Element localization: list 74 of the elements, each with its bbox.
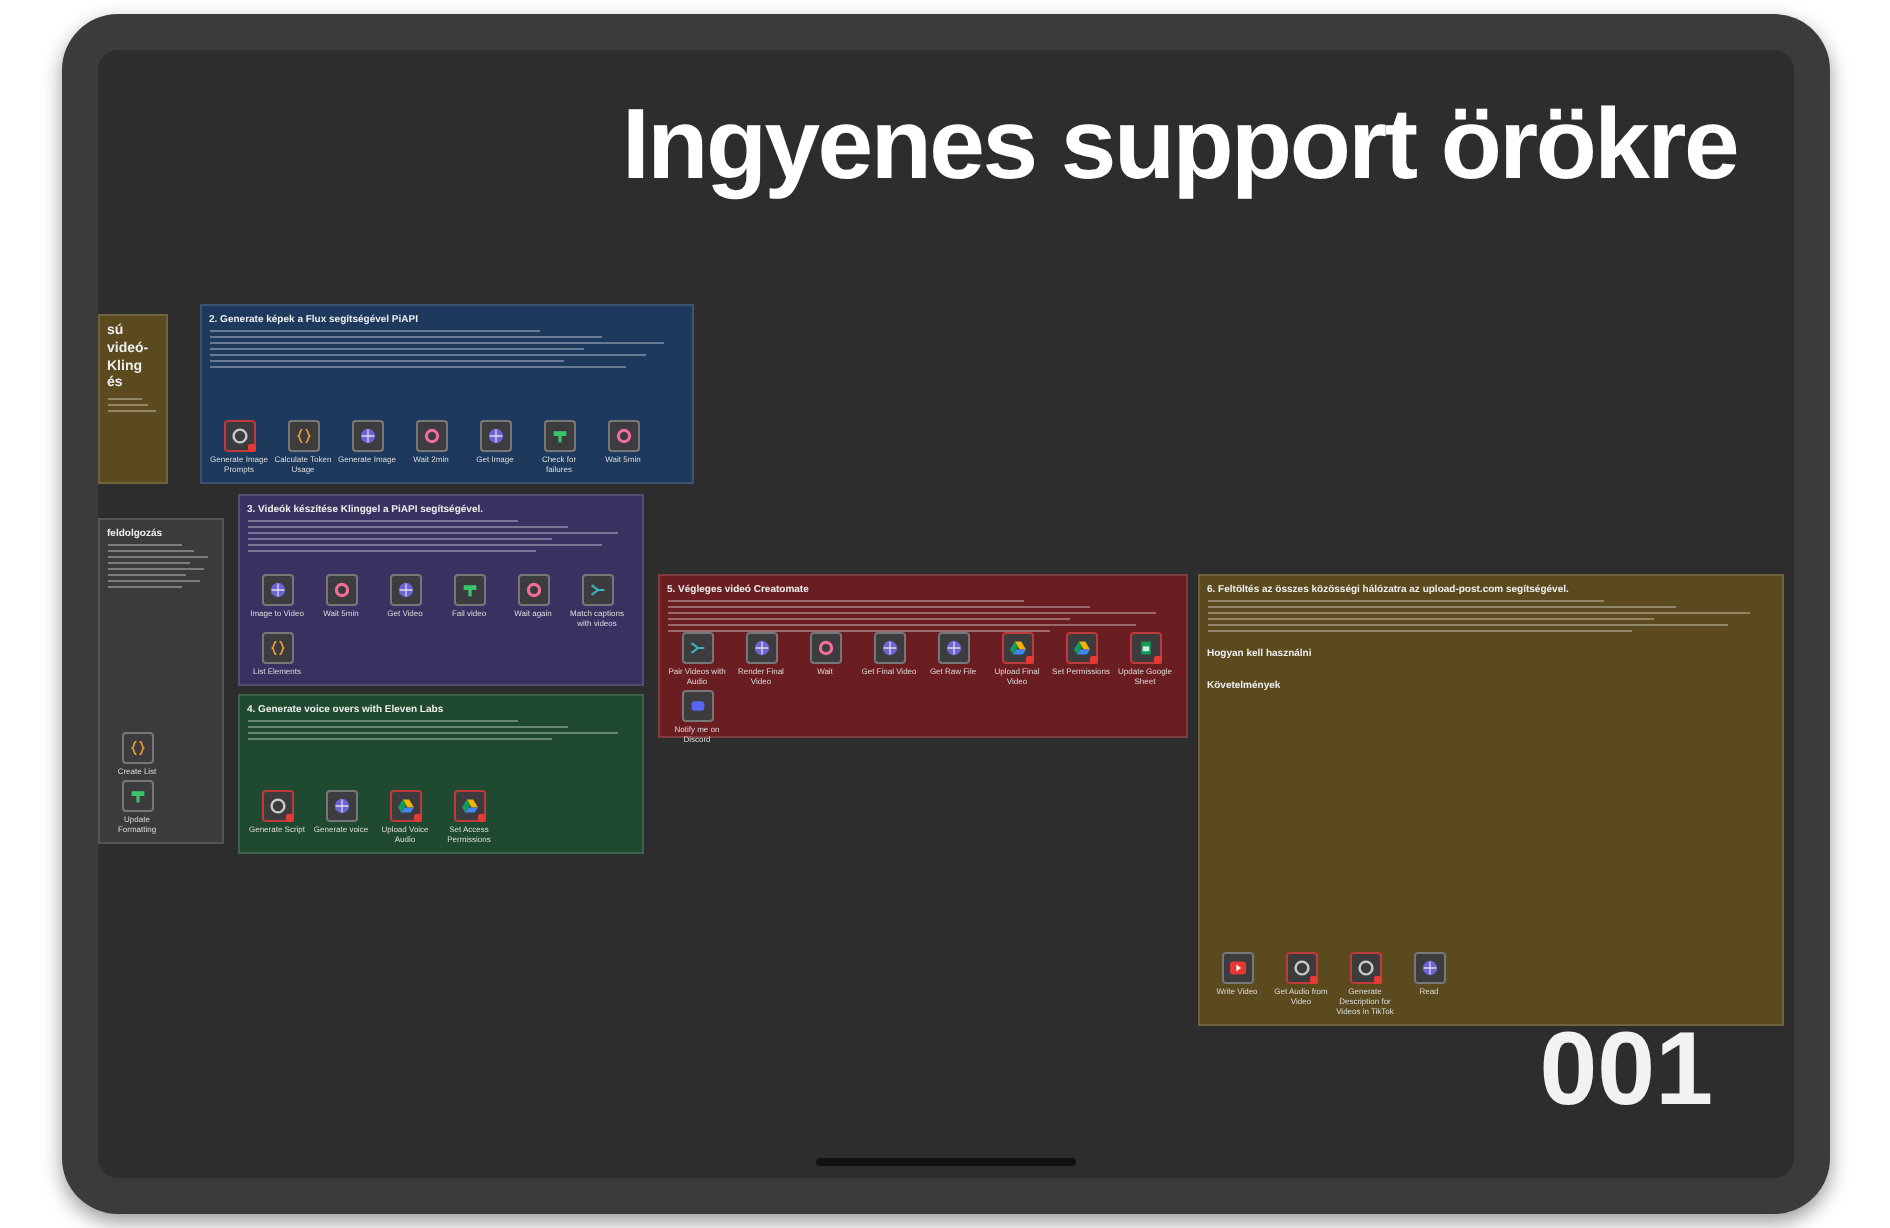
workflow-node[interactable]: [681, 632, 713, 665]
workflow-node[interactable]: [607, 420, 639, 452]
workflow-node[interactable]: [1349, 952, 1381, 984]
globe-icon: [881, 640, 897, 657]
text-lines-drawing: [107, 398, 157, 412]
merge-icon: [689, 640, 705, 657]
merge-icon: [589, 582, 605, 598]
workflow-node[interactable]: [681, 690, 713, 723]
ring-icon: [615, 428, 631, 444]
globe-icon: [269, 582, 285, 598]
sheet-icon: [1137, 640, 1153, 657]
workflow-node[interactable]: [745, 632, 777, 665]
workflow-node[interactable]: [873, 632, 905, 665]
globe-icon: [753, 640, 769, 657]
workflow-node[interactable]: [479, 420, 511, 452]
filter-icon: [551, 428, 567, 444]
workflow-node[interactable]: [261, 574, 293, 606]
workflow-node[interactable]: [389, 574, 421, 606]
globe-icon: [333, 798, 349, 814]
globe-icon: [1421, 960, 1437, 976]
warning-icon: [1373, 976, 1381, 984]
workflow-node[interactable]: [1065, 632, 1097, 665]
ring-icon: [525, 582, 541, 598]
workflow-node[interactable]: [287, 420, 319, 452]
warning-icon: [1309, 976, 1317, 984]
workflow-node[interactable]: [415, 420, 447, 452]
braces-icon: [295, 428, 311, 444]
ring-icon: [817, 640, 833, 657]
workflow-node[interactable]: [581, 574, 613, 606]
drive-icon: [461, 798, 477, 814]
workflow-node[interactable]: [223, 420, 255, 452]
workflow-node[interactable]: [1221, 952, 1253, 984]
drive-icon: [1009, 640, 1025, 657]
warning-icon: [247, 444, 255, 452]
drive-icon: [1073, 640, 1089, 657]
episode-number: 001: [1539, 1018, 1713, 1122]
workflow-node[interactable]: [121, 780, 153, 812]
ring-icon: [423, 428, 439, 444]
workflow-node[interactable]: [325, 574, 357, 606]
chat-bubble-icon: [689, 698, 705, 715]
drive-icon: [397, 798, 413, 814]
braces-icon: [269, 640, 285, 656]
workflow-node[interactable]: [121, 732, 153, 764]
filter-icon: [461, 582, 477, 598]
workflow-node[interactable]: [351, 420, 383, 452]
warning-icon: [477, 814, 485, 822]
workflow-node[interactable]: [937, 632, 969, 665]
play-icon: [1229, 960, 1245, 976]
ring-icon: [333, 582, 349, 598]
workflow-node[interactable]: [1129, 632, 1161, 665]
workflow-node[interactable]: [261, 632, 293, 664]
workflow-node[interactable]: [261, 790, 293, 822]
warning-icon: [285, 814, 293, 822]
warning-icon: [413, 814, 421, 822]
filter-icon: [129, 788, 145, 804]
warning-icon: [1025, 656, 1033, 665]
workflow-node[interactable]: [1285, 952, 1317, 984]
warning-icon: [1153, 656, 1161, 665]
globe-icon: [487, 428, 503, 444]
text-lines-drawing: [107, 544, 213, 589]
workflow-node[interactable]: [1001, 632, 1033, 665]
workflow-node[interactable]: [453, 574, 485, 606]
warning-icon: [1089, 656, 1097, 665]
workflow-node[interactable]: [389, 790, 421, 822]
workflow-node[interactable]: [809, 632, 841, 665]
globe-icon: [359, 428, 375, 444]
workflow-node[interactable]: [325, 790, 357, 822]
workflow-node[interactable]: [1413, 952, 1445, 984]
globe-icon: [397, 582, 413, 598]
braces-icon: [129, 740, 145, 756]
workflow-node[interactable]: [517, 574, 549, 606]
workflow-node[interactable]: [453, 790, 485, 822]
globe-icon: [945, 640, 961, 657]
workflow-node[interactable]: [543, 420, 575, 452]
